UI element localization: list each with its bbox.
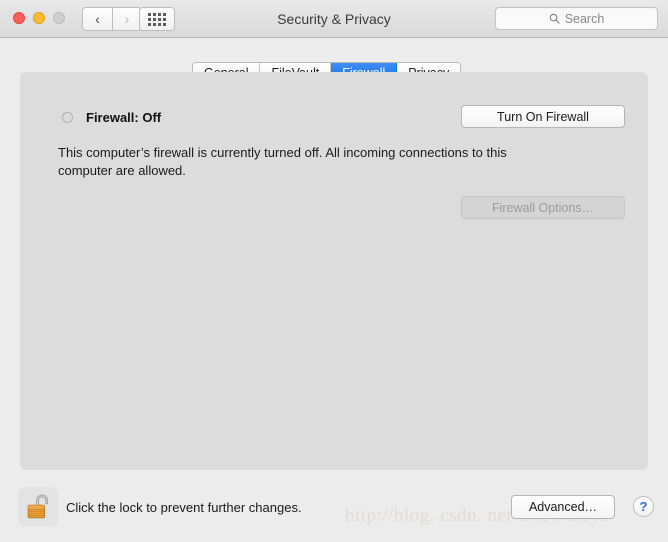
turn-on-firewall-button[interactable]: Turn On Firewall xyxy=(461,105,625,128)
firewall-panel: Firewall: Off Turn On Firewall This comp… xyxy=(20,72,648,470)
search-field[interactable]: Search xyxy=(495,7,658,30)
lock-message: Click the lock to prevent further change… xyxy=(66,500,302,515)
status-indicator-icon xyxy=(62,112,73,123)
firewall-options-label: Firewall Options… xyxy=(491,200,595,215)
firewall-description: This computer’s firewall is currently tu… xyxy=(58,145,507,179)
question-mark-icon: ? xyxy=(639,499,648,514)
titlebar: ‹ › Security & Privacy Search xyxy=(0,0,668,38)
search-icon xyxy=(549,13,560,24)
turn-on-firewall-label: Turn On Firewall xyxy=(497,109,589,124)
search-placeholder: Search xyxy=(564,11,605,26)
firewall-status-row: Firewall: Off xyxy=(62,110,161,125)
advanced-button-label: Advanced… xyxy=(528,500,598,514)
unlocked-padlock-icon xyxy=(27,494,48,519)
advanced-button[interactable]: Advanced… xyxy=(511,495,615,519)
firewall-status-label: Firewall: Off xyxy=(86,110,162,125)
help-button[interactable]: ? xyxy=(633,496,654,517)
system-preferences-window: ‹ › Security & Privacy Search General xyxy=(0,0,668,542)
firewall-options-button: Firewall Options… xyxy=(461,196,625,219)
lock-button[interactable] xyxy=(18,487,58,527)
